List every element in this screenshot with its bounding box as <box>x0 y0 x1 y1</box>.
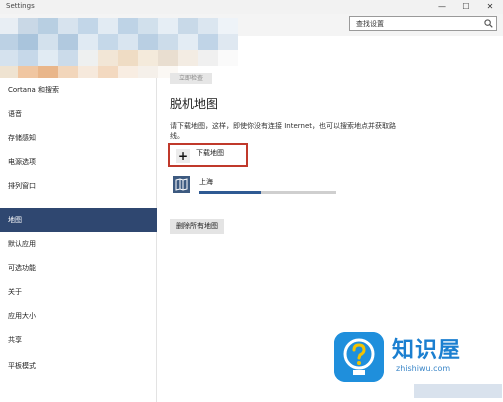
sidebar-item-speech[interactable]: 语音 <box>0 102 157 126</box>
close-button[interactable]: ✕ <box>479 0 501 14</box>
maximize-button[interactable]: ☐ <box>455 0 477 14</box>
search-input[interactable]: 查找设置 <box>349 16 497 31</box>
watermark-title: 知识屋 <box>392 338 462 363</box>
download-maps-button[interactable]: + 下载地图 <box>168 143 248 167</box>
sidebar: Cortana 和搜索 语音 存储感知 电源选项 排列窗口 地图 默认应用 可选… <box>0 78 157 402</box>
question-badge-icon <box>334 332 384 382</box>
sidebar-item-multitasking[interactable]: 排列窗口 <box>0 174 157 198</box>
page-description: 请下载地图，这样，即使你没有连接 Internet，也可以搜索地点并获取路线。 <box>170 122 397 140</box>
map-download-progress <box>199 191 336 194</box>
delete-all-maps-button[interactable]: 删除所有地图 <box>170 219 224 234</box>
download-maps-label: 下载地图 <box>196 149 224 157</box>
sidebar-item-about[interactable]: 关于 <box>0 280 157 304</box>
sidebar-item-storage[interactable]: 存储感知 <box>0 126 157 150</box>
search-placeholder: 查找设置 <box>356 20 384 28</box>
title-bar: Settings — ☐ ✕ <box>0 0 503 14</box>
watermark-stripe <box>414 384 502 398</box>
map-item-name: 上海 <box>199 178 213 186</box>
plus-icon: + <box>176 149 190 163</box>
sidebar-item-optional-features[interactable]: 可选功能 <box>0 256 157 280</box>
sidebar-item-sharing[interactable]: 共享 <box>0 328 157 352</box>
map-download-progress-fill <box>199 191 261 194</box>
sidebar-item-app-size[interactable]: 应用大小 <box>0 304 157 328</box>
sidebar-item-maps[interactable]: 地图 <box>0 208 157 232</box>
search-icon[interactable] <box>484 19 493 28</box>
sidebar-item-cortana[interactable]: Cortana 和搜索 <box>0 78 157 102</box>
sidebar-item-default-apps[interactable]: 默认应用 <box>0 232 157 256</box>
page-title: 脱机地图 <box>170 97 219 111</box>
window-title: Settings <box>6 2 35 10</box>
watermark-domain: zhishiwu.com <box>396 364 451 373</box>
minimize-button[interactable]: — <box>431 0 453 14</box>
sidebar-item-power[interactable]: 电源选项 <box>0 150 157 174</box>
watermark-logo: 知识屋 zhishiwu.com <box>330 326 503 402</box>
sidebar-item-tablet-mode[interactable]: 平板模式 <box>0 354 157 378</box>
check-now-button[interactable]: 立即检查 <box>170 73 212 84</box>
blurred-region <box>0 14 252 78</box>
map-icon <box>173 176 190 193</box>
